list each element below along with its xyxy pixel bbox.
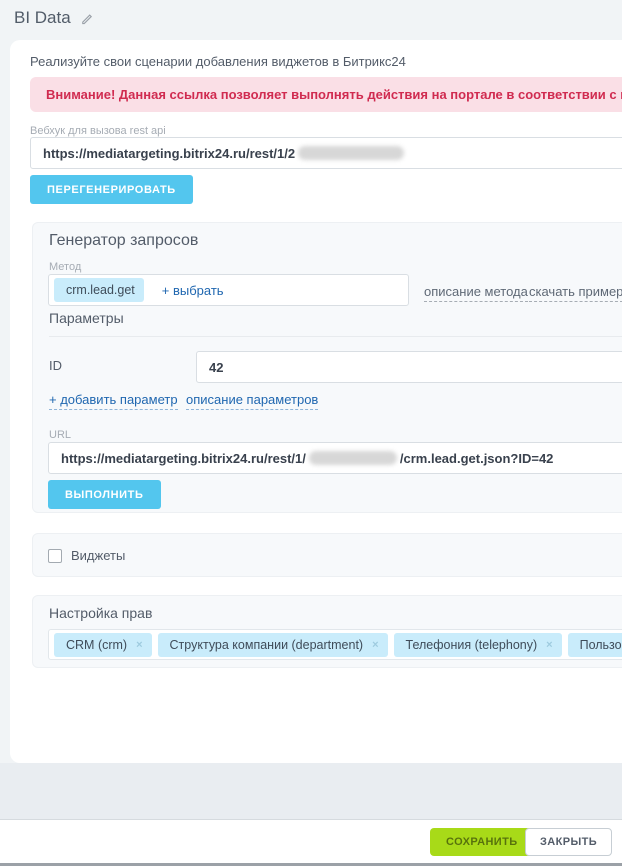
remove-tag-icon[interactable]: × [136, 639, 142, 651]
webhook-url-value: https://mediatargeting.bitrix24.ru/rest/… [43, 146, 295, 161]
permission-tag-label: Телефония (telephony) [406, 638, 538, 652]
main-card: Реализуйте свои сценарии добавления видж… [10, 40, 622, 763]
edit-title-icon[interactable] [80, 13, 93, 26]
request-url-input[interactable]: https://mediatargeting.bitrix24.ru/rest/… [48, 442, 622, 474]
webhook-url-label: Вебхук для вызова rest api [30, 125, 166, 137]
footer-bar: СОХРАНИТЬ ЗАКРЫТЬ [0, 819, 622, 863]
widgets-checkbox[interactable] [48, 549, 62, 563]
page-header: BI Data [14, 8, 93, 28]
permission-tag: Структура компании (department) × [158, 633, 388, 657]
request-generator-section: Генератор запросов Метод crm.lead.get + … [32, 222, 622, 513]
redacted-blur [309, 451, 397, 465]
close-button[interactable]: ЗАКРЫТЬ [525, 828, 612, 856]
permission-tag: CRM (crm) × [54, 633, 152, 657]
page-title: BI Data [14, 8, 71, 28]
permission-tag-label: Пользователи (user) [580, 638, 622, 652]
method-input[interactable]: crm.lead.get + выбрать [48, 274, 409, 306]
download-example-link[interactable]: скачать пример [529, 284, 622, 302]
param-name-label: ID [49, 358, 62, 373]
method-label: Метод [49, 261, 81, 273]
request-url-label: URL [49, 429, 71, 441]
footer-backdrop [0, 763, 622, 819]
remove-tag-icon[interactable]: × [372, 639, 378, 651]
redacted-blur [298, 146, 404, 160]
remove-tag-icon[interactable]: × [546, 639, 552, 651]
permissions-section: Настройка прав CRM (crm) × Структура ком… [32, 595, 622, 668]
permission-tag-label: Структура компании (department) [170, 638, 364, 652]
permissions-input[interactable]: CRM (crm) × Структура компании (departme… [48, 629, 622, 660]
choose-method-link[interactable]: + выбрать [162, 283, 224, 298]
permissions-title: Настройка прав [49, 605, 152, 621]
intro-text: Реализуйте свои сценарии добавления видж… [30, 54, 406, 69]
widgets-label: Виджеты [71, 548, 125, 563]
request-url-prefix: https://mediatargeting.bitrix24.ru/rest/… [61, 451, 306, 466]
method-tag-label: crm.lead.get [66, 283, 135, 297]
warning-banner: Внимание! Данная ссылка позволяет выполн… [30, 77, 622, 112]
warning-text: Внимание! Данная ссылка позволяет выполн… [46, 87, 622, 102]
save-button[interactable]: СОХРАНИТЬ [430, 828, 534, 856]
app-window: BI Data Реализуйте свои сценарии добавле… [0, 0, 622, 866]
execute-button[interactable]: ВЫПОЛНИТЬ [48, 480, 161, 509]
permission-tag-label: CRM (crm) [66, 638, 127, 652]
params-description-link[interactable]: описание параметров [186, 392, 318, 410]
add-param-link[interactable]: + добавить параметр [49, 392, 178, 410]
permission-tag: Телефония (telephony) × [394, 633, 562, 657]
method-tag: crm.lead.get [54, 278, 144, 302]
param-value-input[interactable] [196, 351, 622, 383]
webhook-url-input[interactable]: https://mediatargeting.bitrix24.ru/rest/… [30, 137, 622, 169]
params-title: Параметры [49, 310, 124, 326]
regenerate-button[interactable]: ПЕРЕГЕНЕРИРОВАТЬ [30, 175, 193, 204]
widgets-section: Виджеты [32, 533, 622, 577]
permission-tag: Пользователи (user) × [568, 633, 622, 657]
generator-title: Генератор запросов [49, 232, 198, 250]
request-url-suffix: /crm.lead.get.json?ID=42 [400, 451, 554, 466]
method-description-link[interactable]: описание метода [424, 284, 528, 302]
params-divider [49, 336, 622, 337]
